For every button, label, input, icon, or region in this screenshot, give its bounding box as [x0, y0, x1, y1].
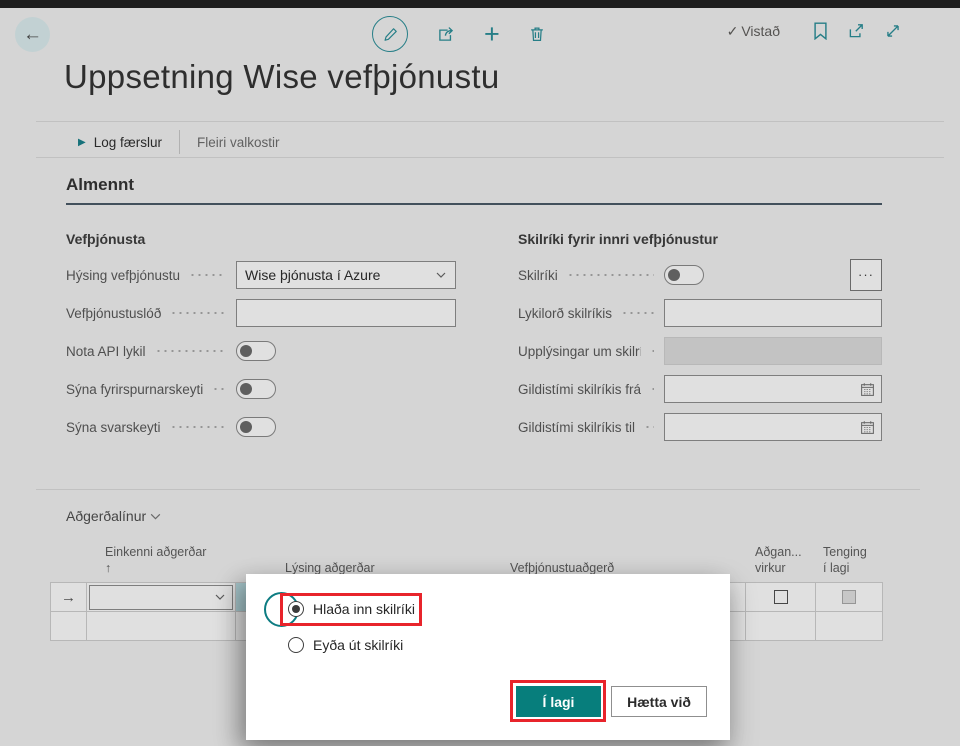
ok-button[interactable]: Í lagi — [516, 686, 601, 717]
certificate-dialog: i Hlaða inn skilríki Eyða út skilríki Í … — [246, 574, 730, 740]
radio-option-load-certificate[interactable]: Hlaða inn skilríki — [288, 601, 415, 617]
radio-label: Eyða út skilríki — [313, 637, 403, 653]
radio-unselected-icon[interactable] — [288, 637, 304, 653]
radio-label: Hlaða inn skilríki — [313, 601, 415, 617]
radio-option-delete-certificate[interactable]: Eyða út skilríki — [288, 637, 403, 653]
cancel-button[interactable]: Hætta við — [611, 686, 707, 717]
radio-selected-icon[interactable] — [288, 601, 304, 617]
